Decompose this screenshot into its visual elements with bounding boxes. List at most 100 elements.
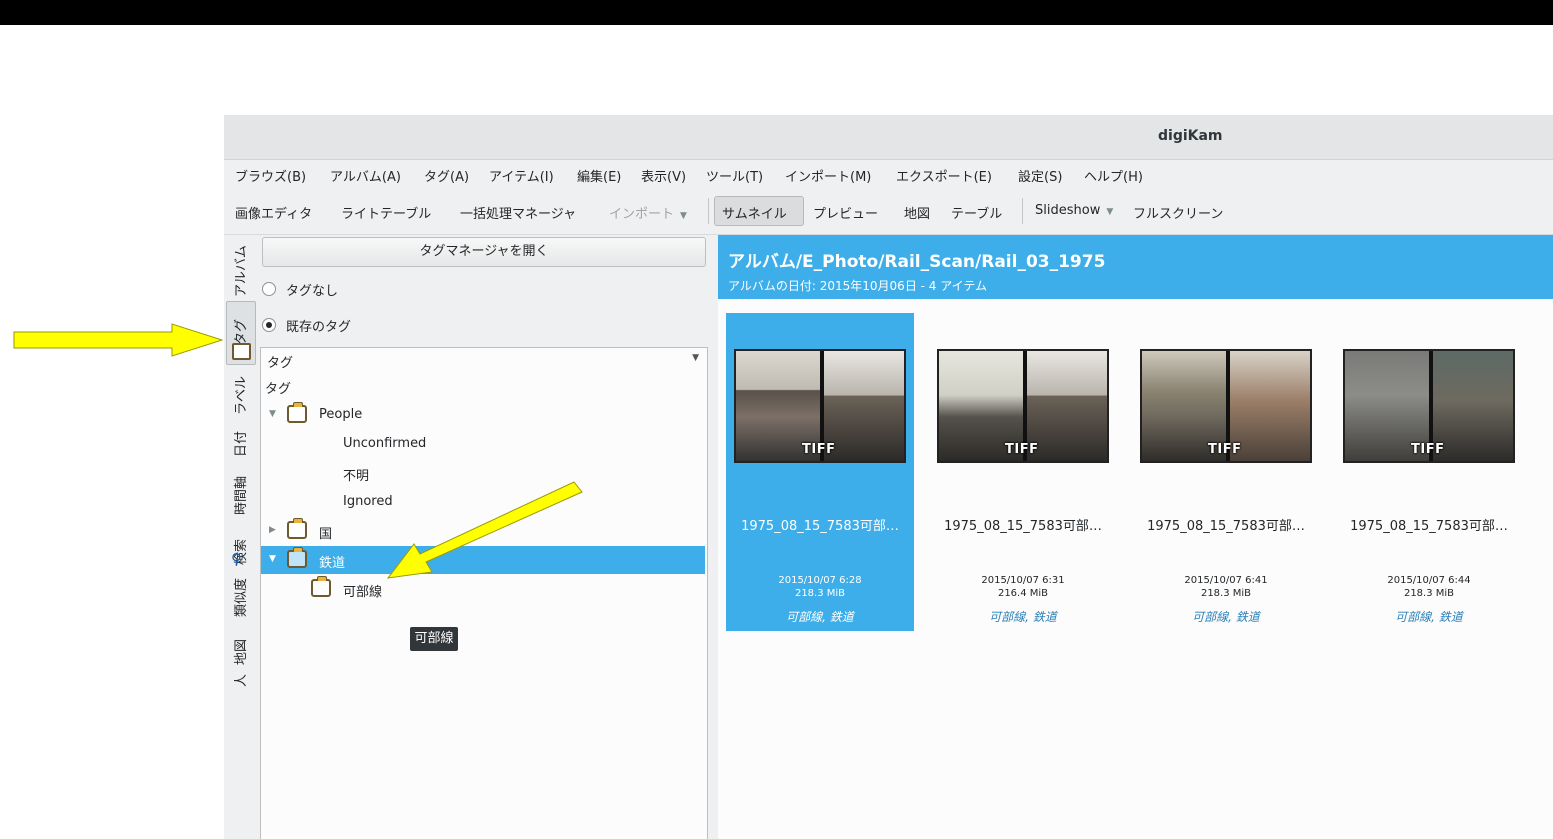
- no-tags-radio[interactable]: [262, 282, 276, 296]
- chevron-down-icon: ▼: [1106, 207, 1114, 217]
- tag-tree: タグ ▼ People Unconfirmed 不明 Ignored ▶ 国 ▼…: [260, 372, 708, 839]
- tree-item-label: 可部線: [343, 585, 383, 600]
- thumbnail-item[interactable]: TIFF 1975_08_15_7583可部… 2015/10/07 6:28 …: [726, 313, 914, 631]
- menu-help[interactable]: ヘルプ(H): [1084, 166, 1143, 185]
- thumbnail-item[interactable]: TIFF 1975_08_15_7583可部… 2015/10/07 6:41 …: [1132, 313, 1320, 631]
- format-badge: TIFF: [1208, 442, 1242, 457]
- tree-root-label: タグ: [265, 382, 292, 397]
- tree-item-unconfirmed[interactable]: Unconfirmed: [261, 430, 705, 458]
- digikam-window: digiKam ブラウズ(B) アルバム(A) タグ(A) アイテム(I) 編集…: [224, 115, 1553, 839]
- thumbnail-date: 2015/10/07 6:41: [1184, 575, 1268, 586]
- thumbnail-item[interactable]: TIFF 1975_08_15_7583可部… 2015/10/07 6:31 …: [929, 313, 1117, 631]
- tab-tags[interactable]: タグ: [230, 319, 249, 345]
- annotation-arrow-tags-tab: [13, 323, 224, 357]
- thumbnail-image: TIFF: [937, 349, 1109, 463]
- tree-item-label: 不明: [343, 469, 370, 484]
- album-header: アルバム/E_Photo/Rail_Scan/Rail_03_1975 アルバム…: [718, 235, 1553, 299]
- thumbnail-tags[interactable]: 可部線, 鉄道: [726, 608, 914, 625]
- toolbar-separator: [1022, 198, 1023, 224]
- tab-album[interactable]: アルバム: [230, 245, 249, 297]
- top-black-bar: [0, 0, 1553, 25]
- album-view: アルバム/E_Photo/Rail_Scan/Rail_03_1975 アルバム…: [718, 235, 1553, 839]
- format-badge: TIFF: [1411, 442, 1445, 457]
- table-button[interactable]: テーブル: [951, 203, 1002, 222]
- batch-queue-button[interactable]: 一括処理マネージャ: [460, 203, 576, 222]
- tree-item-label: 鉄道: [319, 556, 346, 571]
- tag-icon: [287, 402, 307, 423]
- import-button[interactable]: インポート ▼: [609, 203, 687, 222]
- thumbnail-item[interactable]: TIFF 1975_08_15_7583可部… 2015/10/07 6:44 …: [1335, 313, 1523, 631]
- menu-bar: ブラウズ(B) アルバム(A) タグ(A) アイテム(I) 編集(E) 表示(V…: [224, 160, 1553, 187]
- menu-browse[interactable]: ブラウズ(B): [235, 166, 306, 185]
- menu-view[interactable]: 表示(V): [641, 166, 686, 185]
- map-button[interactable]: 地図: [904, 203, 930, 222]
- tab-map[interactable]: 地図: [230, 639, 249, 665]
- image-editor-button[interactable]: 画像エディタ: [235, 203, 312, 222]
- thumbnail-image: TIFF: [1343, 349, 1515, 463]
- menu-edit[interactable]: 編集(E): [577, 166, 621, 185]
- open-tag-manager-button[interactable]: タグマネージャを開く: [262, 237, 706, 267]
- annotation-arrow-tag-item: [386, 481, 583, 579]
- album-subtitle: アルバムの日付: 2015年10月06日 - 4 アイテム: [728, 279, 988, 293]
- thumbnail-size: 218.3 MiB: [1200, 588, 1252, 599]
- no-tags-label: タグなし: [286, 284, 339, 299]
- tooltip: 可部線: [410, 627, 458, 651]
- chevron-down-icon[interactable]: ▼: [269, 554, 276, 564]
- tab-similarity[interactable]: 類似度: [230, 578, 249, 617]
- main-toolbar: 画像エディタ ライトテーブル 一括処理マネージャ インポート ▼ サムネイル プレ…: [224, 188, 1553, 235]
- preview-button[interactable]: プレビュー: [813, 203, 878, 222]
- chevron-down-icon: ▼: [680, 211, 687, 221]
- thumbnail-size: 218.3 MiB: [1403, 588, 1455, 599]
- tab-people[interactable]: 人: [230, 674, 249, 687]
- thumbnail-image: TIFF: [1140, 349, 1312, 463]
- menu-import[interactable]: インポート(M): [785, 166, 871, 185]
- tree-item-label: 国: [319, 527, 333, 542]
- tab-dates[interactable]: 日付: [230, 431, 249, 457]
- thumbnail-tags[interactable]: 可部線, 鉄道: [929, 608, 1117, 625]
- chevron-right-icon[interactable]: ▶: [269, 525, 276, 535]
- toolbar-separator: [708, 198, 709, 224]
- thumbnail-filename: 1975_08_15_7583可部…: [1350, 519, 1508, 534]
- thumbnail-meta: 2015/10/07 6:44 218.3 MiB: [1335, 574, 1523, 600]
- thumbnail-tags[interactable]: 可部線, 鉄道: [1132, 608, 1320, 625]
- thumbnail-filename: 1975_08_15_7583可部…: [944, 519, 1102, 534]
- chevron-down-icon: ▼: [692, 353, 699, 363]
- tag-filter-combo[interactable]: タグ ▼: [260, 347, 708, 373]
- tab-timeline[interactable]: 時間軸: [230, 476, 249, 515]
- thumbnail-date: 2015/10/07 6:31: [981, 575, 1065, 586]
- existing-tags-label: 既存のタグ: [286, 320, 352, 335]
- format-badge: TIFF: [1005, 442, 1039, 457]
- format-badge: TIFF: [802, 442, 836, 457]
- fullscreen-button[interactable]: フルスクリーン: [1133, 203, 1223, 222]
- light-table-button[interactable]: ライトテーブル: [341, 203, 431, 222]
- thumbnail-tags[interactable]: 可部線, 鉄道: [1335, 608, 1523, 625]
- slideshow-button[interactable]: Slideshow ▼: [1035, 203, 1113, 218]
- tag-icon: [287, 518, 307, 539]
- menu-export[interactable]: エクスポート(E): [896, 166, 992, 185]
- search-icon: ⚲: [231, 550, 242, 568]
- tab-labels[interactable]: ラベル: [230, 376, 249, 415]
- menu-album[interactable]: アルバム(A): [330, 166, 401, 185]
- thumbnail-date: 2015/10/07 6:44: [1387, 575, 1471, 586]
- left-sidebar-tabs: アルバム タグ ラベル 日付 時間軸 検索 ⚲ 類似度 地図 人: [224, 235, 257, 839]
- thumbnail-meta: 2015/10/07 6:28 218.3 MiB: [726, 574, 914, 600]
- thumbnail-size: 216.4 MiB: [997, 588, 1049, 599]
- menu-tag[interactable]: タグ(A): [424, 166, 469, 185]
- thumbnail-meta: 2015/10/07 6:41 218.3 MiB: [1132, 574, 1320, 600]
- menu-tools[interactable]: ツール(T): [706, 166, 763, 185]
- thumbnail-filename: 1975_08_15_7583可部…: [741, 519, 899, 534]
- chevron-down-icon[interactable]: ▼: [269, 409, 276, 419]
- menu-item[interactable]: アイテム(I): [489, 166, 554, 185]
- existing-tags-radio[interactable]: [262, 318, 276, 332]
- menu-settings[interactable]: 設定(S): [1018, 166, 1062, 185]
- tree-item-people[interactable]: ▼ People: [261, 401, 705, 429]
- tree-root[interactable]: タグ: [261, 372, 705, 400]
- tag-icon: [232, 343, 251, 360]
- tag-filter-value: タグ: [267, 356, 294, 371]
- thumbnail-image: TIFF: [734, 349, 906, 463]
- title-bar: digiKam: [224, 115, 1553, 160]
- thumbnail-size: 218.3 MiB: [794, 588, 846, 599]
- thumbnails-button[interactable]: サムネイル: [722, 203, 787, 222]
- tag-icon: [287, 547, 307, 568]
- tree-item-label: Unconfirmed: [343, 436, 427, 451]
